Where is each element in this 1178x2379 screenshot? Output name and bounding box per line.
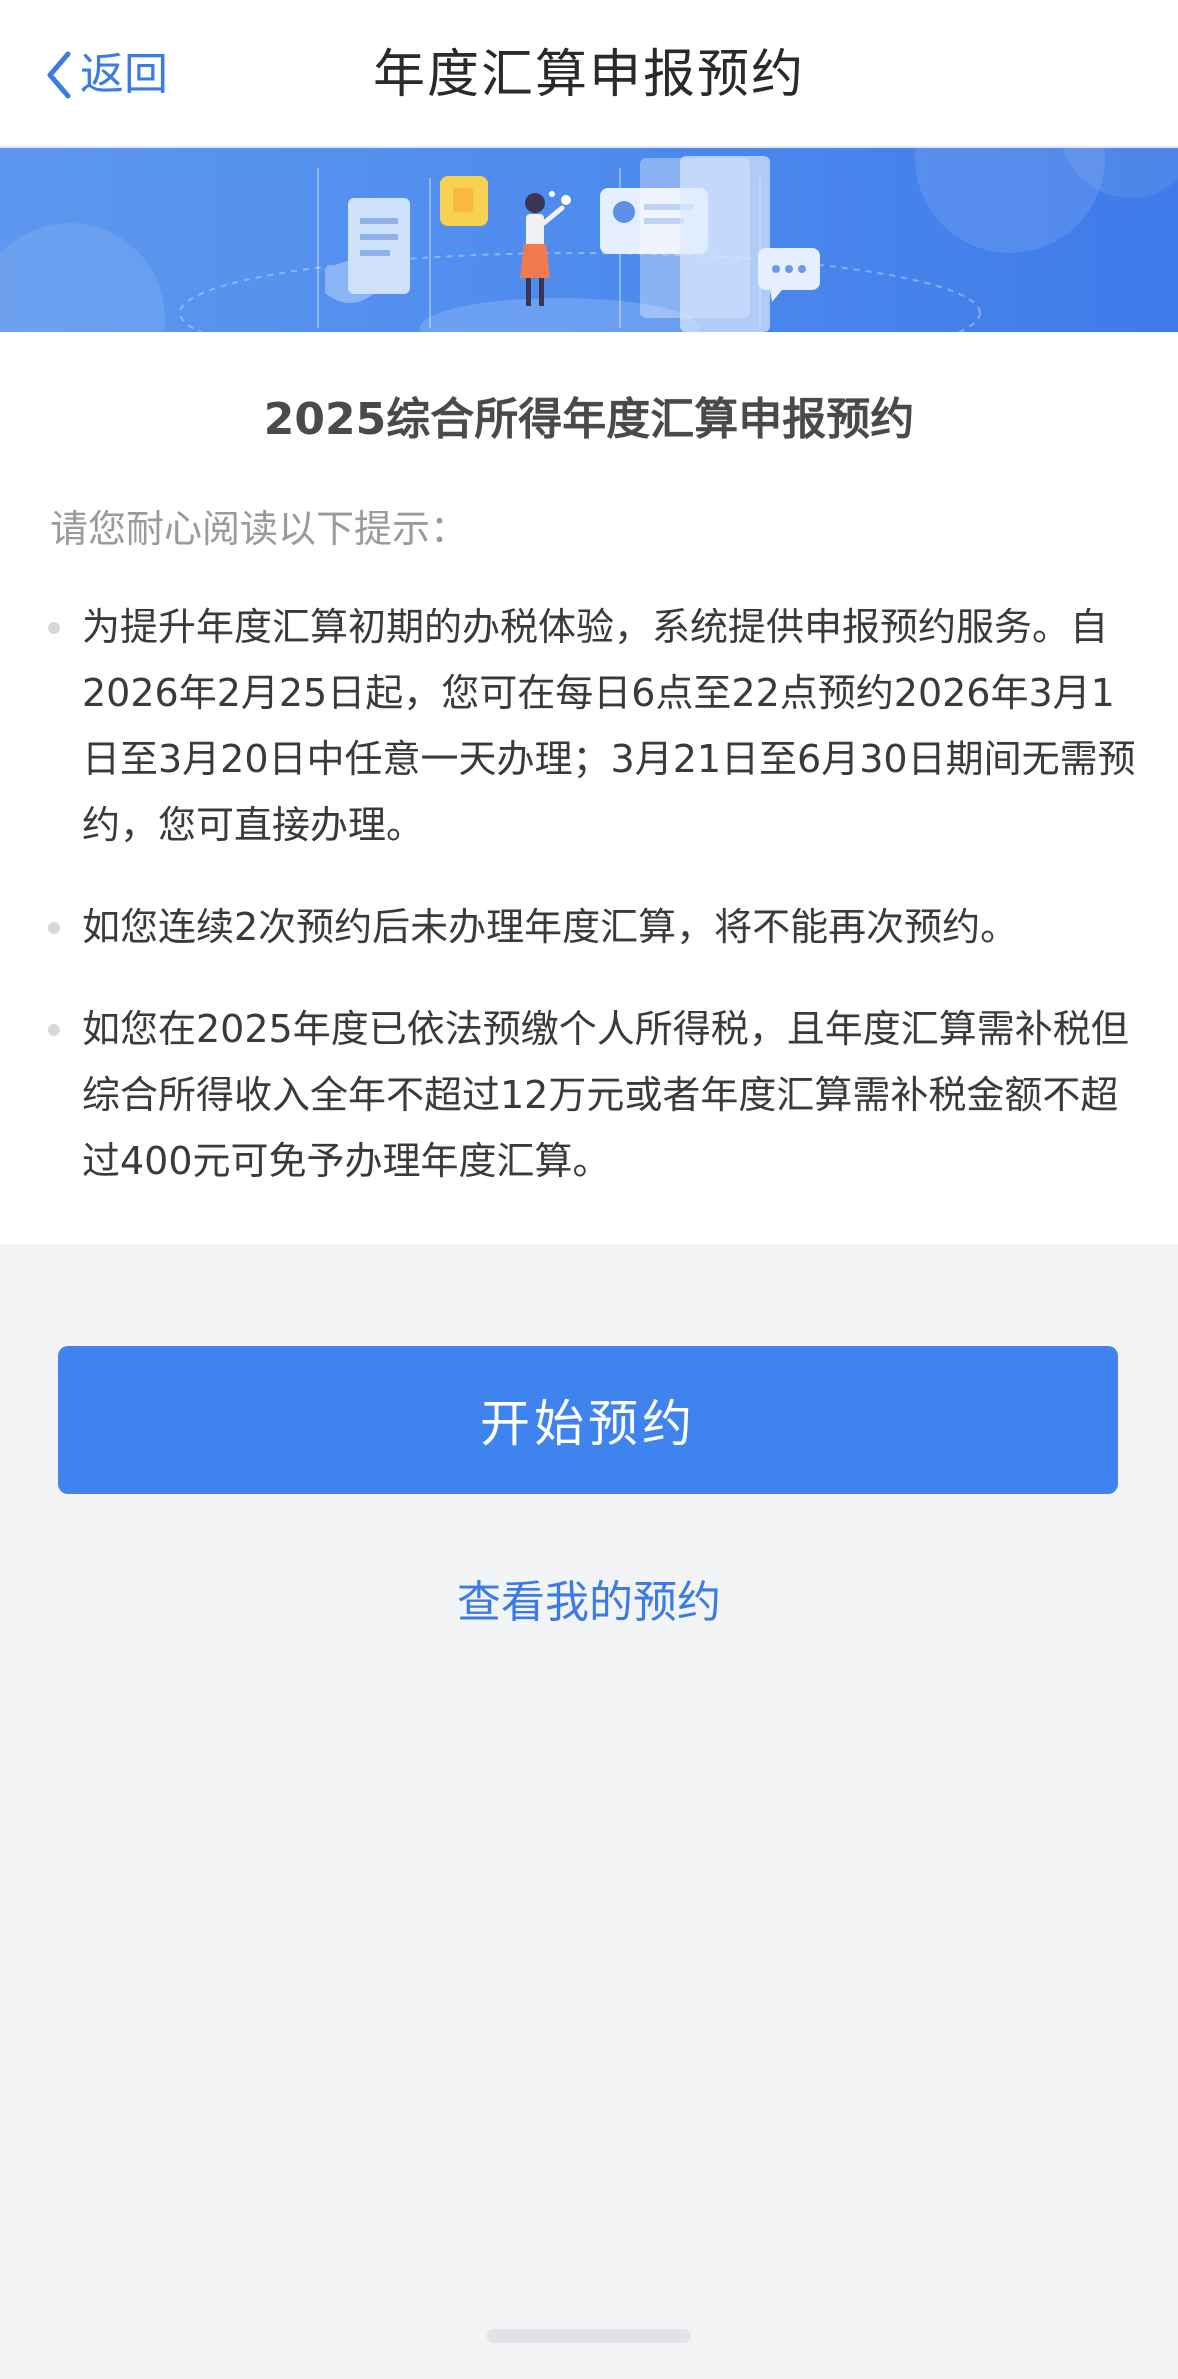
page-title: 年度汇算申报预约 [372, 45, 805, 105]
list-item-text: 如您连续2次预约后未办理年度汇算，将不能再次预约。 [82, 905, 1019, 949]
start-reservation-button[interactable]: 开始预约 [58, 1346, 1118, 1494]
bullet-dot-icon [48, 622, 60, 634]
notice-title: 2025综合所得年度汇算申报预约 [263, 394, 915, 445]
list-item-text: 如您在2025年度已依法预缴个人所得税，且年度汇算需补税但综合所得收入全年不超过… [82, 1007, 1129, 1183]
list-item: 为提升年度汇算初期的办税体验，系统提供申报预约服务。自2026年2月25日起，您… [48, 594, 1138, 858]
page: 返回 年度汇算申报预约 2025综合所得年度汇算申报预约 请您耐心阅读以下提示：… [0, 0, 1178, 2379]
list-item: 如您连续2次预约后未办理年度汇算，将不能再次预约。 [48, 894, 1138, 960]
list-item-text: 为提升年度汇算初期的办税体验，系统提供申报预约服务。自2026年2月25日起，您… [82, 605, 1136, 847]
home-indicator [487, 2329, 691, 2343]
list-item: 如您在2025年度已依法预缴个人所得税，且年度汇算需补税但综合所得收入全年不超过… [48, 996, 1138, 1194]
nav-bar: 返回 年度汇算申报预约 [0, 0, 1178, 148]
bullet-dot-icon [48, 1024, 60, 1036]
notice-list: 为提升年度汇算初期的办税体验，系统提供申报预约服务。自2026年2月25日起，您… [48, 594, 1138, 1230]
bullet-dot-icon [48, 922, 60, 934]
notice-card: 2025综合所得年度汇算申报预约 请您耐心阅读以下提示： 为提升年度汇算初期的办… [0, 332, 1178, 1244]
notice-hint: 请您耐心阅读以下提示： [50, 507, 469, 551]
banner [0, 148, 1178, 332]
view-my-reservation-link[interactable]: 查看我的预约 [0, 1568, 1178, 1638]
tax-service-illustration [0, 148, 1178, 332]
